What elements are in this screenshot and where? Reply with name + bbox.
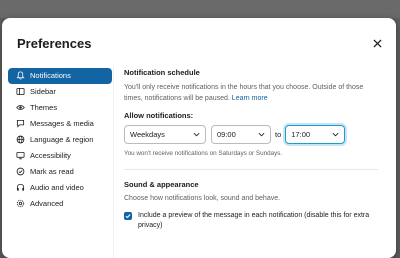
sidebar-item-label: Notifications: [30, 71, 71, 81]
allow-notifications-label: Allow notifications:: [124, 111, 194, 120]
sidebar-item-themes[interactable]: Themes: [8, 100, 112, 116]
from-time-value: 09:00: [217, 130, 236, 139]
sound-appearance-heading: Sound & appearance: [124, 180, 199, 189]
preview-checkbox[interactable]: [124, 212, 132, 220]
sidebar-item-label: Themes: [30, 103, 58, 113]
close-button[interactable]: [368, 34, 386, 52]
notifications-panel: Notification schedule You'll only receiv…: [124, 68, 384, 231]
sidebar-item-audio-video[interactable]: Audio and video: [8, 180, 112, 196]
sidebar-divider: [113, 66, 114, 258]
sidebar-item-mark-as-read[interactable]: Mark as read: [8, 164, 112, 180]
schedule-row: Weekdays 09:00 to 17:00: [124, 125, 384, 144]
bell-icon: [15, 71, 25, 81]
schedule-heading: Notification schedule: [124, 68, 200, 77]
sidebar-item-label: Mark as read: [30, 167, 74, 177]
check-circle-icon: [15, 167, 25, 177]
learn-more-link[interactable]: Learn more: [232, 95, 268, 102]
from-time-select[interactable]: 09:00: [211, 125, 271, 144]
globe-icon: [15, 135, 25, 145]
sidebar-item-label: Messages & media: [30, 119, 94, 129]
sidebar-item-language-region[interactable]: Language & region: [8, 132, 112, 148]
sidebar-item-advanced[interactable]: Advanced: [8, 196, 112, 212]
sidebar-item-messages-media[interactable]: Messages & media: [8, 116, 112, 132]
sidebar-icon: [15, 87, 25, 97]
backdrop-top-strip: [0, 0, 400, 18]
checkmark-icon: [125, 214, 131, 219]
preferences-sidebar: Notifications Sidebar Themes Messages & …: [8, 68, 112, 212]
chevron-down-icon: [193, 132, 200, 137]
close-icon: [372, 38, 382, 48]
sidebar-item-sidebar[interactable]: Sidebar: [8, 84, 112, 100]
to-time-select[interactable]: 17:00: [285, 125, 346, 144]
chevron-down-icon: [258, 132, 265, 137]
sidebar-item-label: Advanced: [30, 199, 64, 209]
sidebar-item-notifications[interactable]: Notifications: [8, 68, 112, 84]
chat-bubble-icon: [15, 119, 25, 129]
dialog-title: Preferences: [17, 36, 92, 51]
headphones-icon: [15, 183, 25, 193]
preview-checkbox-label: Include a preview of the message in each…: [138, 212, 370, 229]
sidebar-item-accessibility[interactable]: Accessibility: [8, 148, 112, 164]
sidebar-item-label: Sidebar: [30, 87, 56, 97]
gear-icon: [15, 199, 25, 209]
eye-icon: [15, 103, 25, 113]
section-divider: [124, 169, 378, 170]
chevron-down-icon: [332, 132, 339, 137]
schedule-description: You'll only receive notifications in the…: [124, 82, 382, 104]
days-select[interactable]: Weekdays: [124, 125, 206, 144]
preferences-dialog: Preferences Notifications Sidebar Themes: [2, 18, 396, 258]
sidebar-item-label: Accessibility: [30, 151, 71, 161]
sound-appearance-description: Choose how notifications look, sound and…: [124, 195, 281, 202]
screen-icon: [15, 151, 25, 161]
sidebar-item-label: Language & region: [30, 135, 94, 145]
schedule-hint: You won't receive notifications on Satur…: [124, 150, 283, 157]
days-select-value: Weekdays: [130, 130, 165, 139]
sidebar-item-label: Audio and video: [30, 183, 84, 193]
to-time-value: 17:00: [291, 130, 311, 139]
to-label: to: [275, 130, 282, 139]
preview-option: Include a preview of the message in each…: [124, 211, 384, 231]
